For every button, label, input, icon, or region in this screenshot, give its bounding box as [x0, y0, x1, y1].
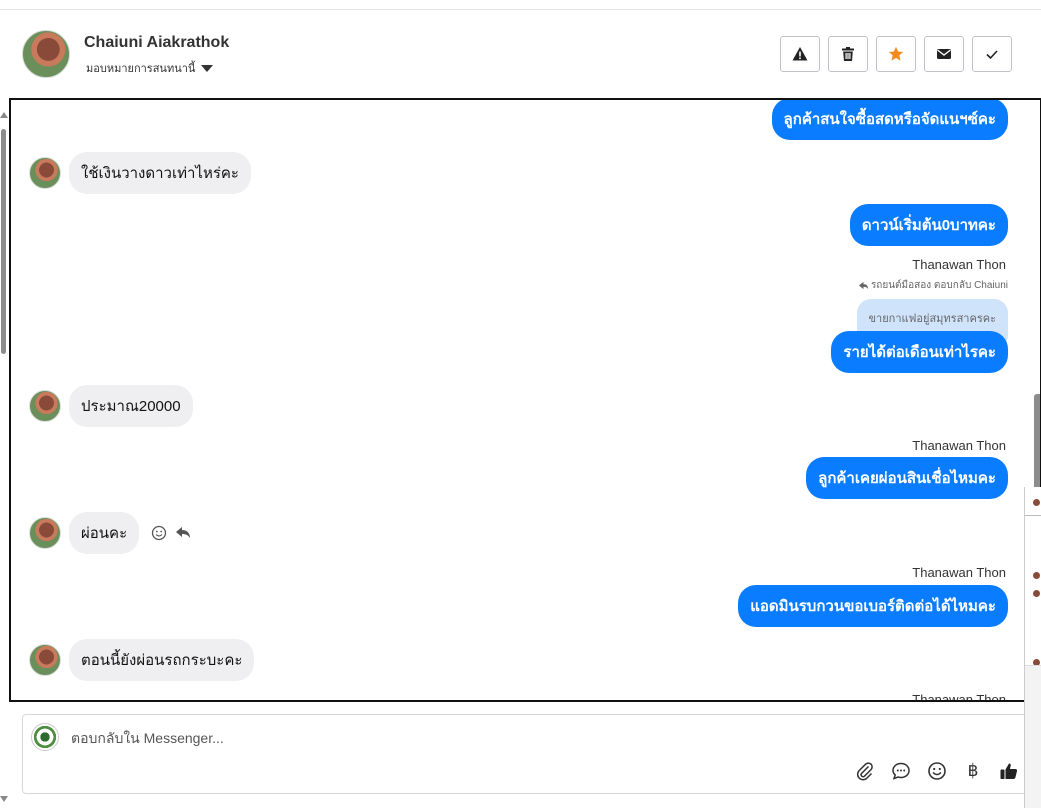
baht-icon: ฿: [967, 761, 979, 780]
reply-composer: ฿: [22, 714, 1030, 794]
trash-icon: [842, 47, 854, 61]
mark-spam-button[interactable]: [780, 36, 820, 72]
outgoing-message[interactable]: รายได้ต่อเดือนเท่าไรคะ: [831, 331, 1008, 373]
reply-note-text: รถยนต์มือสอง ตอบกลับ Chaiuni: [870, 280, 1008, 291]
mark-done-button[interactable]: [972, 36, 1012, 72]
star-button[interactable]: [876, 36, 916, 72]
composer-tools: ฿: [855, 761, 1019, 781]
left-scrollbar[interactable]: [0, 112, 8, 802]
message-thread: ลูกค้าสนใจซื้อสดหรือจัดแนฯซ์คะ ใช้เงินวา…: [9, 98, 1041, 702]
incoming-message-row: ผ่อนคะ: [29, 512, 191, 554]
sender-avatar: [29, 517, 61, 549]
sender-name: Thanawan Thon: [912, 692, 1006, 702]
caret-down-icon: [201, 64, 214, 72]
assign-label: มอบหมายการสนทนานี้: [86, 63, 196, 75]
reply-icon[interactable]: [175, 525, 191, 541]
message-actions: [151, 525, 191, 541]
avatar: [1033, 572, 1040, 579]
outgoing-message[interactable]: ลูกค้าสนใจซื้อสดหรือจัดแนฯซ์คะ: [771, 100, 1008, 140]
star-icon: [888, 46, 904, 61]
attach-button[interactable]: [855, 761, 875, 781]
contact-name[interactable]: Chaiuni Aiakrathok: [84, 34, 229, 52]
like-button[interactable]: [999, 761, 1019, 781]
saved-replies-button[interactable]: [891, 761, 911, 781]
sender-avatar: [29, 157, 61, 189]
payment-button[interactable]: ฿: [963, 761, 983, 781]
assign-dropdown[interactable]: มอบหมายการสนทนานี้: [86, 59, 214, 77]
avatar: [1033, 499, 1040, 506]
warning-icon: [792, 47, 808, 61]
outgoing-message[interactable]: ลูกค้าเคยผ่อนสินเชื่อไหมคะ: [806, 457, 1008, 499]
sender-name: Thanawan Thon: [912, 565, 1006, 580]
reply-arrow-icon: [858, 281, 869, 290]
side-panel-edge: [1024, 487, 1041, 808]
incoming-message-row: ใช้เงินวางดาวเท่าไหร่คะ: [29, 152, 251, 194]
sender-name: Thanawan Thon: [912, 438, 1006, 453]
sender-avatar: [29, 390, 61, 422]
thread-scroll-thumb[interactable]: [1034, 394, 1040, 490]
paperclip-icon: [856, 762, 873, 781]
panel-divider: [1025, 515, 1041, 516]
react-emoji-icon[interactable]: [151, 525, 167, 541]
left-scroll-thumb[interactable]: [1, 129, 6, 354]
outgoing-message[interactable]: ดาวน์เริ่มต้น0บาทคะ: [849, 204, 1008, 246]
sender-avatar: [29, 644, 61, 676]
panel-lower: [1025, 665, 1041, 808]
avatar: [1033, 590, 1040, 597]
reply-context: รถยนต์มือสอง ตอบกลับ Chaiuni: [858, 278, 1008, 293]
envelope-icon: [937, 49, 951, 59]
emoji-button[interactable]: [927, 761, 947, 781]
incoming-message-row: ประมาณ20000: [29, 385, 193, 427]
incoming-message[interactable]: ตอนนี้ยังผ่อนรถกระบะคะ: [69, 639, 255, 681]
incoming-message[interactable]: ประมาณ20000: [69, 385, 193, 427]
chat-icon: [892, 762, 910, 780]
header-actions: [780, 36, 1012, 72]
emoji-icon: [928, 762, 946, 780]
conversation-header: Chaiuni Aiakrathok มอบหมายการสนทนานี้: [0, 10, 1041, 98]
sender-name: Thanawan Thon: [912, 257, 1006, 272]
delete-button[interactable]: [828, 36, 868, 72]
page-avatar: [31, 723, 59, 751]
incoming-message[interactable]: ใช้เงินวางดาวเท่าไหร่คะ: [69, 152, 251, 194]
outgoing-message[interactable]: แอดมินรบกวนขอเบอร์ติดต่อได้ไหมคะ: [738, 585, 1008, 627]
reply-input[interactable]: [71, 727, 971, 749]
scroll-down-arrow-icon[interactable]: [0, 796, 8, 802]
check-icon: [986, 50, 998, 60]
contact-avatar[interactable]: [22, 30, 70, 78]
scroll-up-arrow-icon[interactable]: [0, 112, 8, 118]
incoming-message[interactable]: ผ่อนคะ: [69, 512, 140, 554]
mark-unread-button[interactable]: [924, 36, 964, 72]
thumbs-up-icon: [1000, 763, 1018, 779]
messenger-conversation: Chaiuni Aiakrathok มอบหมายการสนทนานี้ ลู…: [0, 0, 1041, 808]
incoming-message-row: ตอนนี้ยังผ่อนรถกระบะคะ: [29, 639, 255, 681]
